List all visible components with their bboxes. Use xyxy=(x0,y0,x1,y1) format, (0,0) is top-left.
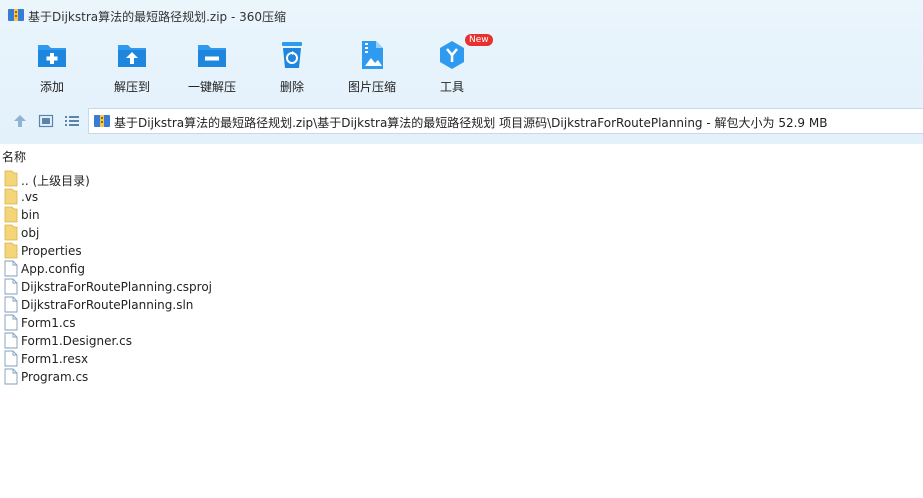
file-name: Form1.cs xyxy=(21,316,76,330)
file-name: obj xyxy=(21,226,40,240)
name-column-header[interactable]: 名称 xyxy=(2,148,26,165)
file-name: .vs xyxy=(21,190,39,204)
folder-icon xyxy=(4,242,18,259)
address-bar[interactable]: 基于Dijkstra算法的最短路径规划.zip\基于Dijkstra算法的最短路… xyxy=(88,108,923,134)
window-chrome: 基于Dijkstra算法的最短路径规划.zip - 360压缩 添加 解压到 一… xyxy=(0,0,923,144)
folder-row[interactable]: .vs xyxy=(0,188,923,206)
file-name: Program.cs xyxy=(21,370,89,384)
folder-row[interactable]: bin xyxy=(0,206,923,224)
navigation-bar: 基于Dijkstra算法的最短路径规划.zip\基于Dijkstra算法的最短路… xyxy=(0,104,923,138)
add-button[interactable]: 添加 xyxy=(12,34,92,98)
recycle-bin-icon xyxy=(276,39,308,71)
extract-to-button[interactable]: 解压到 xyxy=(92,34,172,98)
folder-icon xyxy=(4,206,18,223)
delete-label: 删除 xyxy=(279,80,304,94)
image-compress-label: 图片压缩 xyxy=(347,80,396,94)
image-compress-button[interactable]: 图片压缩 xyxy=(332,34,412,98)
file-icon xyxy=(4,278,18,295)
file-row[interactable]: Form1.cs xyxy=(0,314,923,332)
file-row[interactable]: Form1.resx xyxy=(0,350,923,368)
file-row[interactable]: Program.cs xyxy=(0,368,923,386)
tools-button[interactable]: New 工具 xyxy=(412,34,493,98)
file-list: .. (上级目录) .vs bin obj Properties App.config Di… xyxy=(0,170,923,386)
new-badge: New xyxy=(465,34,493,46)
file-icon xyxy=(4,296,18,313)
folder-row[interactable]: .. (上级目录) xyxy=(0,170,923,188)
file-name: bin xyxy=(21,208,40,222)
file-name: App.config xyxy=(21,262,85,276)
file-name: DijkstraForRoutePlanning.csproj xyxy=(21,280,213,294)
up-arrow-icon[interactable] xyxy=(12,113,28,129)
list-view-icon[interactable] xyxy=(64,113,80,129)
file-row[interactable]: DijkstraForRoutePlanning.csproj xyxy=(0,278,923,296)
file-icon xyxy=(4,260,18,277)
file-icon xyxy=(4,368,18,385)
folder-oneclick-icon xyxy=(196,39,228,71)
file-row[interactable]: App.config xyxy=(0,260,923,278)
one-click-extract-button[interactable]: 一键解压 xyxy=(172,34,252,98)
folder-icon xyxy=(4,188,18,205)
window-title: 基于Dijkstra算法的最短路径规划.zip - 360压缩 xyxy=(28,10,287,24)
folder-icon xyxy=(4,224,18,241)
file-name: Form1.Designer.cs xyxy=(21,334,132,348)
file-row[interactable]: Form1.Designer.cs xyxy=(0,332,923,350)
thumbnail-view-icon[interactable] xyxy=(38,113,54,129)
file-name: Form1.resx xyxy=(21,352,89,366)
file-icon xyxy=(4,314,18,331)
zip-image-icon xyxy=(356,39,388,71)
title-bar: 基于Dijkstra算法的最短路径规划.zip - 360压缩 xyxy=(0,0,923,30)
folder-row[interactable]: Properties xyxy=(0,242,923,260)
folder-add-icon xyxy=(36,39,68,71)
address-path: 基于Dijkstra算法的最短路径规划.zip\基于Dijkstra算法的最短路… xyxy=(114,116,828,130)
file-name: Properties xyxy=(21,244,82,258)
one-click-extract-label: 一键解压 xyxy=(187,80,236,94)
folder-row[interactable]: obj xyxy=(0,224,923,242)
toolbar: 添加 解压到 一键解压 删除 图片压缩 New 工具 xyxy=(0,34,923,98)
add-label: 添加 xyxy=(39,80,64,94)
folder-icon xyxy=(4,170,18,187)
file-icon xyxy=(4,350,18,367)
archive-icon xyxy=(8,8,24,22)
extract-to-label: 解压到 xyxy=(113,80,150,94)
tools-label: 工具 xyxy=(439,80,464,94)
archive-icon xyxy=(94,114,110,128)
file-icon xyxy=(4,332,18,349)
file-name: .. (上级目录) xyxy=(21,174,90,188)
tools-icon xyxy=(436,39,468,71)
file-name: DijkstraForRoutePlanning.sln xyxy=(21,298,194,312)
delete-button[interactable]: 删除 xyxy=(252,34,332,98)
folder-extract-icon xyxy=(116,39,148,71)
file-row[interactable]: DijkstraForRoutePlanning.sln xyxy=(0,296,923,314)
column-header: 名称 xyxy=(0,144,923,166)
